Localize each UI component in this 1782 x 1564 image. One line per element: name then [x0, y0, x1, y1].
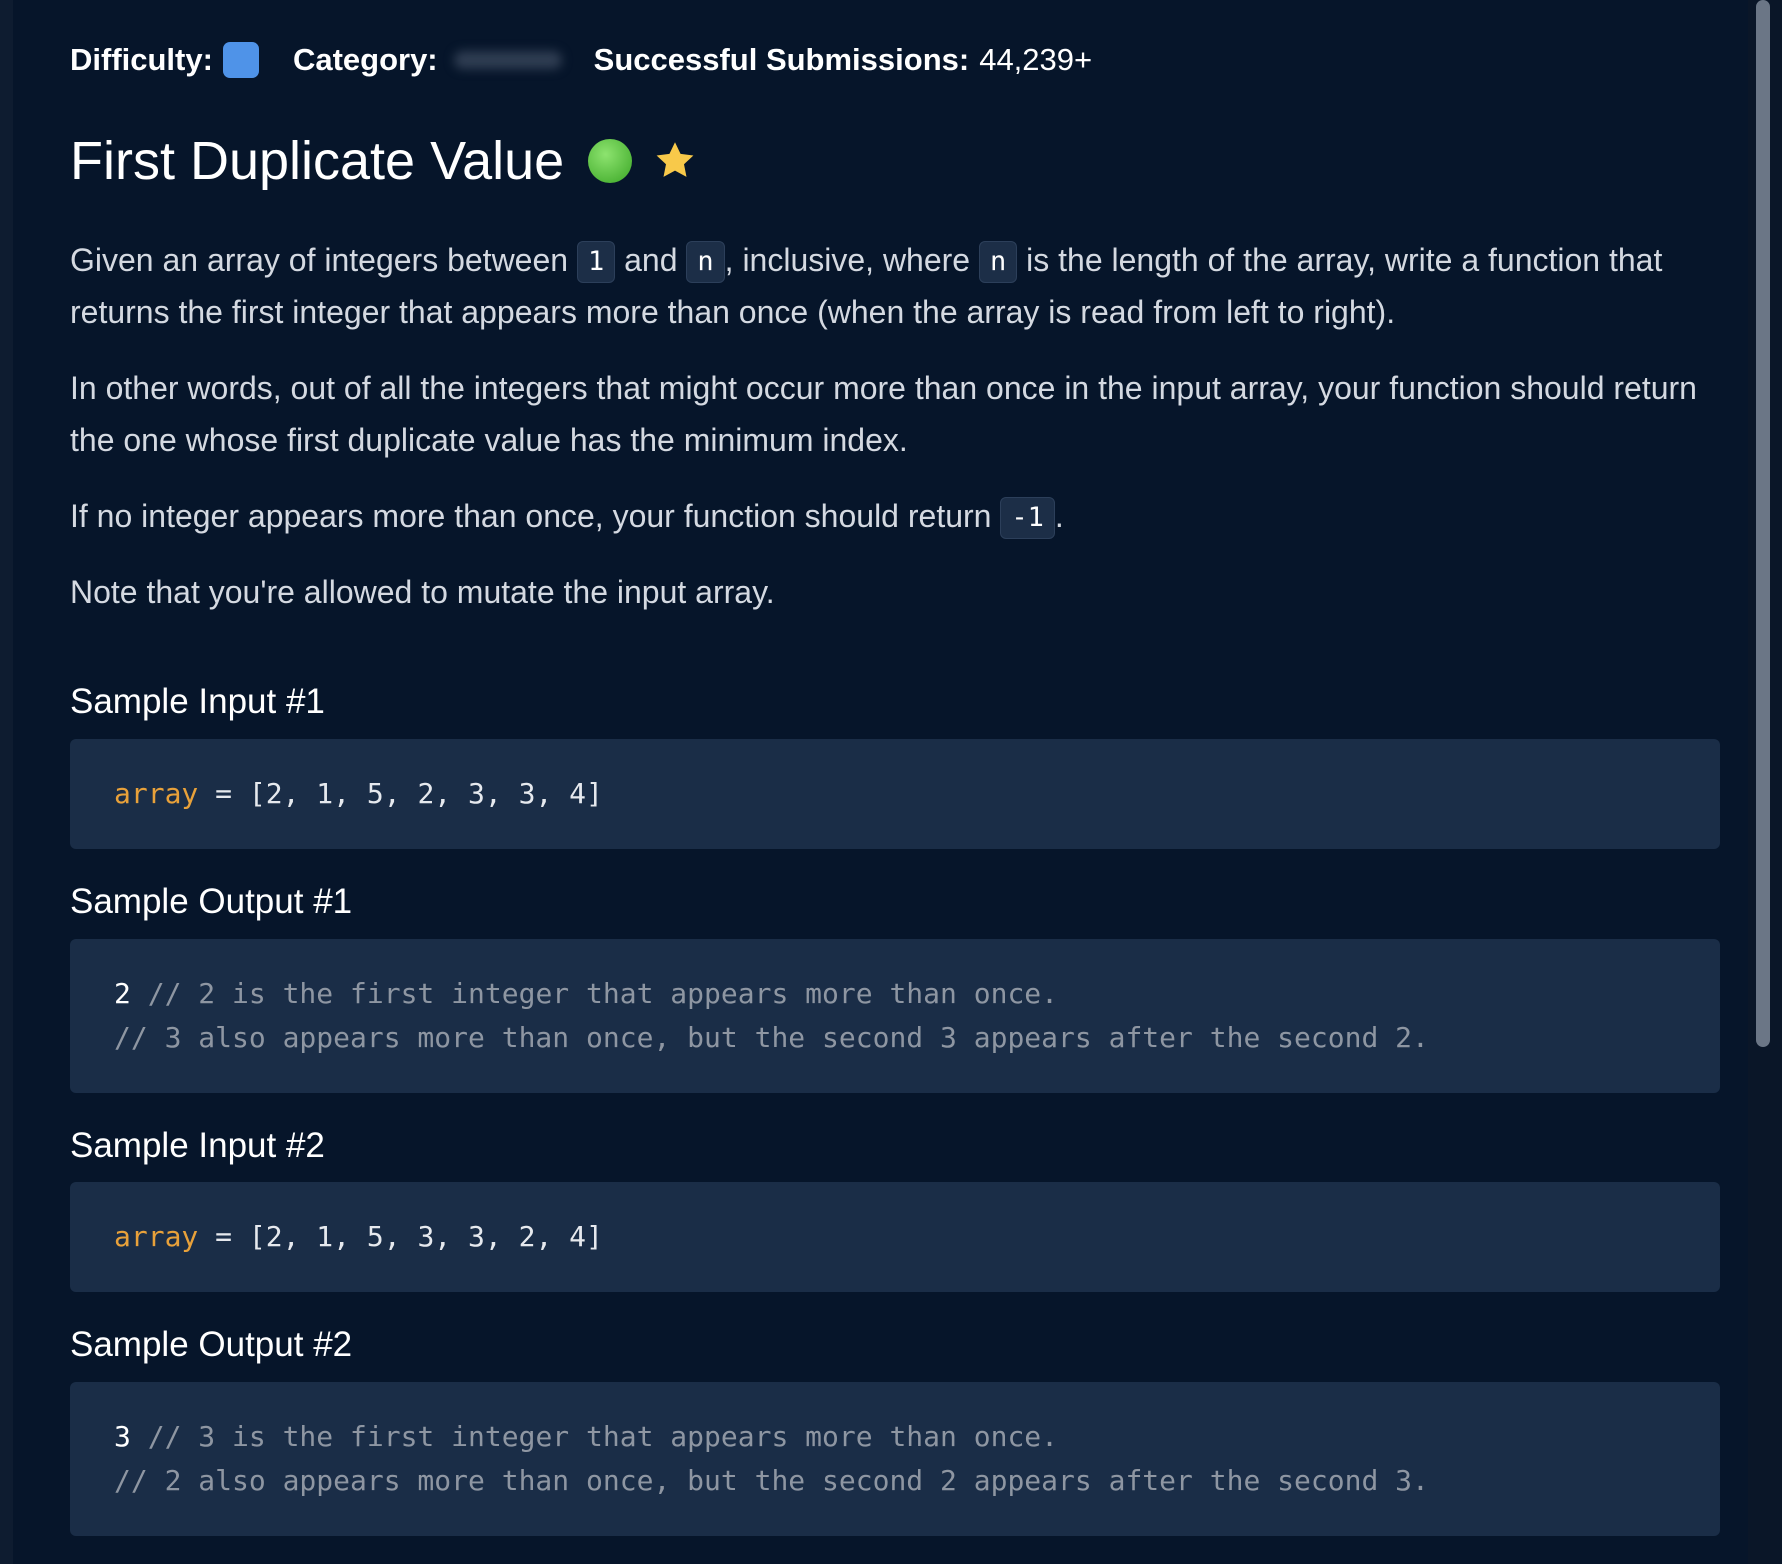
category-value-hidden [453, 51, 562, 69]
sample-input-1-code[interactable]: array = [2, 1, 5, 2, 3, 3, 4] [70, 739, 1720, 849]
sample-input-2-heading: Sample Input #2 [70, 1126, 325, 1165]
code-comment: // 2 is the first integer that appears m… [130, 977, 1059, 1010]
problem-meta: Difficulty: Category: Successful Submiss… [70, 42, 1092, 78]
description-paragraph-4: Note that you're allowed to mutate the i… [70, 574, 775, 610]
description-paragraph-3: If no integer appears more than once, yo… [70, 490, 1720, 542]
green-circle-icon [588, 139, 633, 183]
code-value: 2 [114, 977, 131, 1010]
submissions-count: 44,239+ [979, 42, 1093, 77]
sample-input-1-heading: Sample Input #1 [70, 682, 325, 721]
code-comment: // 3 also appears more than once, but th… [114, 1021, 1429, 1054]
code-comment: // 2 also appears more than once, but th… [114, 1464, 1429, 1497]
desc-text: If no integer appears more than once, yo… [70, 498, 1001, 534]
inline-code: 1 [576, 241, 616, 283]
problem-title-row: First Duplicate Value [70, 130, 698, 192]
difficulty-indicator [222, 42, 259, 78]
inline-code: n [686, 241, 725, 283]
sample-output-2-code[interactable]: 3 // 3 is the first integer that appears… [70, 1382, 1720, 1536]
scrollbar-thumb[interactable] [1756, 0, 1770, 1047]
sample-output-1-heading: Sample Output #1 [70, 882, 353, 921]
description-paragraph-2: In other words, out of all the integers … [70, 370, 1697, 458]
desc-text: . [1054, 498, 1064, 534]
inline-code: n [978, 241, 1018, 283]
code-comment: // 3 is the first integer that appears m… [130, 1420, 1059, 1453]
left-edge [0, 0, 13, 1564]
scrollbar-track[interactable] [1748, 0, 1782, 1564]
desc-text: Given an array of integers between [70, 242, 577, 278]
description-paragraph-1: Given an array of integers between 1 and… [70, 234, 1720, 338]
category-label: Category: [292, 42, 438, 77]
sample-output-2-heading: Sample Output #2 [70, 1325, 353, 1364]
code-variable: array [114, 1220, 199, 1253]
problem-panel: Difficulty: Category: Successful Submiss… [13, 0, 1748, 1564]
code-variable: array [114, 777, 199, 810]
inline-code: -1 [1000, 497, 1055, 539]
code-text: = [2, 1, 5, 3, 3, 2, 4] [198, 1220, 603, 1253]
difficulty-label: Difficulty: [70, 42, 213, 77]
desc-text: , inclusive, where [724, 242, 979, 278]
desc-text: and [615, 242, 687, 278]
code-text: = [2, 1, 5, 2, 3, 3, 4] [198, 777, 603, 810]
problem-title: First Duplicate Value [70, 131, 565, 191]
sample-output-1-code[interactable]: 2 // 2 is the first integer that appears… [70, 939, 1720, 1093]
submissions-label: Successful Submissions: [593, 42, 970, 77]
star-icon[interactable] [652, 138, 698, 184]
code-value: 3 [114, 1420, 131, 1453]
sample-input-2-code[interactable]: array = [2, 1, 5, 3, 3, 2, 4] [70, 1182, 1720, 1292]
